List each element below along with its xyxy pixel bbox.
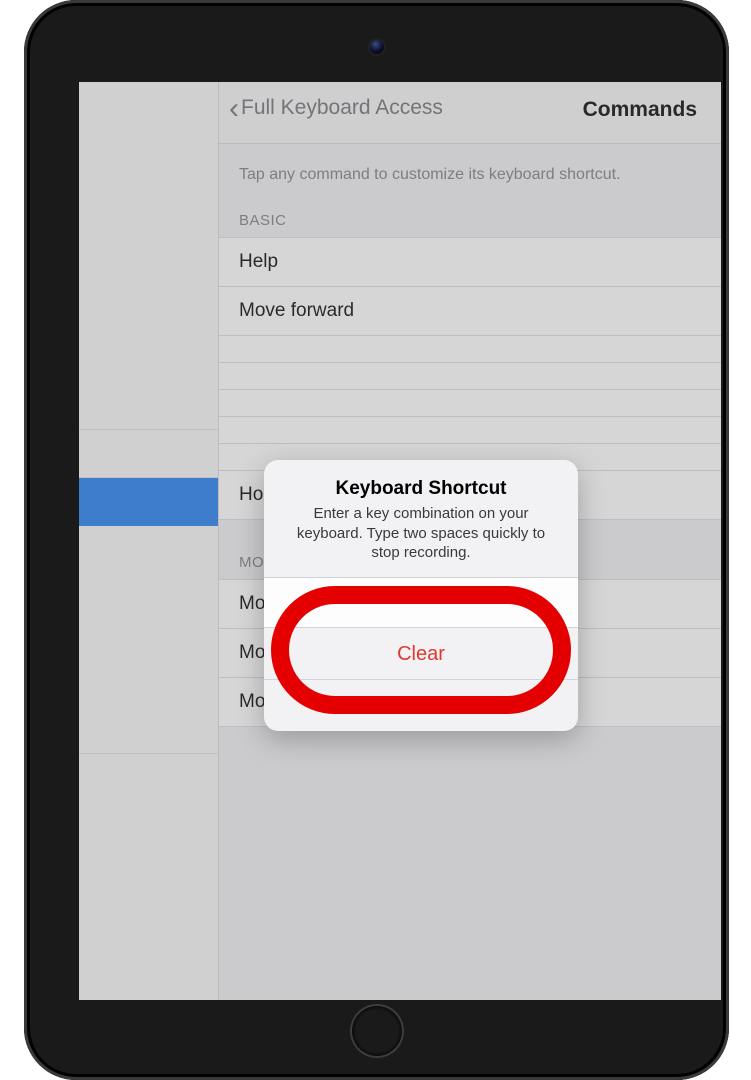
front-camera: [370, 40, 384, 54]
keyboard-shortcut-alert: Keyboard Shortcut Enter a key combinatio…: [264, 460, 578, 731]
alert-title: Keyboard Shortcut: [284, 478, 558, 500]
home-button[interactable]: [350, 1004, 404, 1058]
clear-button[interactable]: Clear: [264, 627, 578, 679]
navbar: ‹ Full Keyboard Access Commands: [219, 82, 721, 144]
ipad-bezel: ss ck de ‹ Full Keyboard Access Commands…: [24, 0, 729, 1080]
command-row[interactable]: [219, 389, 721, 416]
settings-sidebar: ss ck de: [79, 82, 219, 1000]
sidebar-item-selected[interactable]: [79, 478, 218, 526]
sidebar-item[interactable]: de: [79, 706, 218, 754]
page-title: Commands: [583, 98, 697, 122]
sidebar-item[interactable]: ck: [79, 430, 218, 478]
ipad-device-frame: ss ck de ‹ Full Keyboard Access Commands…: [0, 0, 751, 1080]
back-label: Full Keyboard Access: [241, 96, 443, 120]
command-row[interactable]: [219, 362, 721, 389]
command-row[interactable]: [219, 335, 721, 362]
chevron-left-icon: ‹: [229, 98, 239, 119]
command-row-help[interactable]: Help: [219, 237, 721, 286]
screen: ss ck de ‹ Full Keyboard Access Commands…: [79, 82, 721, 1000]
alert-message: Enter a key combination on your keyboard…: [284, 504, 558, 563]
intro-text: Tap any command to customize its keyboar…: [219, 166, 721, 206]
command-row[interactable]: [219, 416, 721, 443]
back-button[interactable]: ‹ Full Keyboard Access: [229, 96, 443, 120]
group-header-basic: BASIC: [219, 206, 721, 237]
command-row[interactable]: Move forward: [219, 286, 721, 335]
shortcut-input[interactable]: [264, 577, 578, 627]
done-button[interactable]: Done: [264, 679, 578, 731]
sidebar-item[interactable]: ss: [79, 382, 218, 430]
